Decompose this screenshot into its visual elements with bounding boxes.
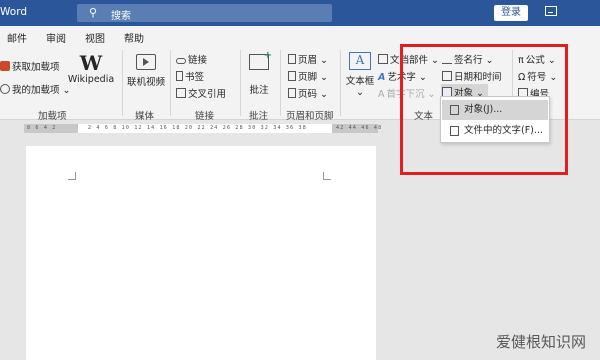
login-button[interactable]: 登录 (494, 5, 528, 21)
tab-review[interactable]: 审阅 (46, 30, 66, 45)
new-comment-button[interactable]: + 批注 (243, 50, 275, 96)
my-addins-button[interactable]: 我的加载项 ⌄ (0, 82, 71, 96)
search-icon: ⚲ (89, 6, 98, 19)
header-icon (288, 54, 296, 64)
search-box[interactable]: ⚲ 搜索 (77, 4, 332, 22)
textbox-button[interactable]: A 文本框 ⌄ (343, 52, 377, 98)
online-video-button[interactable]: 联机视频 (124, 54, 168, 88)
link-icon (176, 58, 186, 64)
group-separator (170, 50, 171, 116)
title-bar: Word ⚲ 搜索 登录 (0, 0, 600, 26)
chevron-down-icon: ⌄ (320, 72, 329, 83)
quick-parts-icon (378, 54, 388, 64)
page-number-button[interactable]: 页码 ⌄ (288, 86, 328, 100)
link-button[interactable]: 链接 (176, 52, 207, 66)
chevron-down-icon: ⌄ (320, 55, 329, 66)
group-separator (240, 50, 241, 116)
app-name: Word (0, 6, 27, 18)
store-icon (0, 61, 10, 71)
ruler-right-numbers: 42 44 46 48 (336, 125, 383, 131)
footer-button[interactable]: 页脚 ⌄ (288, 69, 328, 83)
margin-corner (68, 172, 76, 180)
cross-reference-button[interactable]: 交叉引用 (176, 86, 226, 100)
bookmark-icon (176, 71, 183, 81)
ruler-left-numbers: 8 6 4 2 (27, 125, 57, 131)
get-addins-button[interactable]: 获取加载项 (0, 59, 60, 73)
margin-corner (323, 172, 331, 180)
tab-help[interactable]: 帮助 (124, 30, 144, 45)
bookmark-button[interactable]: 书签 (176, 69, 204, 83)
group-separator (122, 50, 123, 116)
group-separator (340, 50, 341, 116)
search-placeholder: 搜索 (111, 11, 131, 22)
comment-icon: + (249, 50, 272, 70)
watermark: 爱健根知识网 (496, 333, 587, 351)
header-button[interactable]: 页眉 ⌄ (288, 52, 328, 66)
wikipedia-icon: W (79, 51, 103, 75)
ruler-main-numbers: 2 4 6 8 10 12 14 16 18 20 22 24 26 28 30… (88, 125, 307, 131)
chevron-down-icon: ⌄ (356, 87, 364, 98)
group-separator (280, 50, 281, 116)
tab-view[interactable]: 视图 (85, 30, 105, 45)
textbox-icon: A (349, 52, 371, 70)
drop-cap-icon: A (378, 89, 385, 100)
page-number-icon (288, 88, 296, 98)
ribbon-display-icon[interactable] (545, 6, 557, 16)
highlight-box (400, 44, 568, 175)
footer-icon (288, 71, 296, 81)
ribbon-tabs: 邮件 审阅 视图 帮助 (0, 26, 600, 46)
cross-reference-icon (176, 88, 186, 98)
tab-mailings[interactable]: 邮件 (7, 30, 27, 45)
wordart-icon: A (378, 72, 386, 83)
document-page[interactable] (26, 146, 376, 360)
wikipedia-button[interactable]: W Wikipedia (66, 52, 116, 85)
addins-icon (0, 84, 10, 94)
video-icon (136, 54, 156, 70)
chevron-down-icon: ⌄ (320, 89, 329, 100)
chevron-down-icon: ⌄ (62, 85, 71, 96)
